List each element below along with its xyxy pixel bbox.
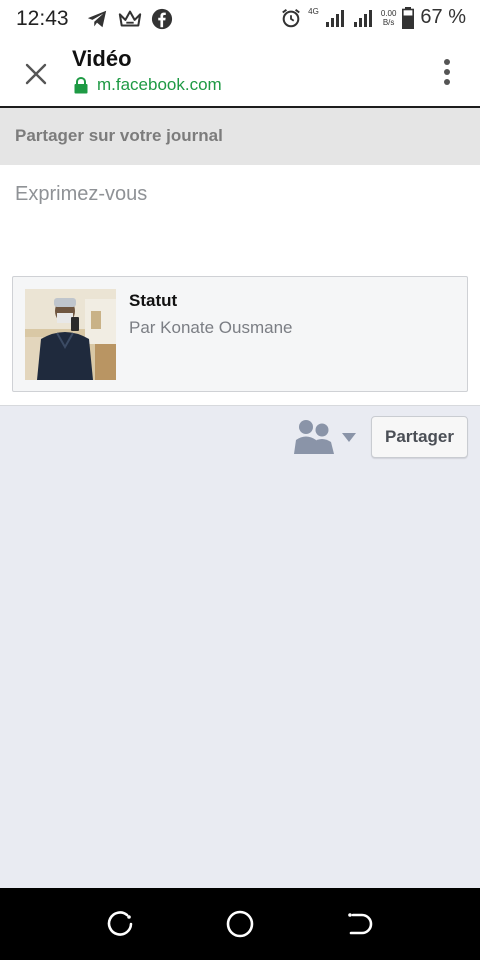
alarm-icon	[282, 8, 301, 27]
share-actions-area: Partager	[0, 405, 480, 888]
friends-icon	[294, 420, 334, 454]
lock-icon	[74, 76, 88, 93]
back-icon[interactable]	[344, 908, 376, 940]
browser-header: Vidéo m.facebook.com	[0, 38, 480, 108]
share-header: Partager sur votre journal	[0, 108, 480, 165]
share-button[interactable]: Partager	[371, 416, 468, 458]
shared-post-card[interactable]: Statut Par Konate Ousmane	[12, 276, 468, 392]
status-right-group: 4G 0.00 B/s 67 %	[280, 6, 466, 29]
battery-icon	[402, 6, 415, 29]
share-header-label: Partager sur votre journal	[15, 126, 223, 145]
post-thumbnail	[25, 289, 116, 380]
page-title: Vidéo	[72, 46, 132, 71]
status-bar: 12:43 4G 0.00 B/s 67 %	[0, 0, 480, 38]
chevron-down-icon	[342, 433, 356, 442]
home-icon[interactable]	[224, 908, 256, 940]
more-options-icon[interactable]	[442, 58, 452, 88]
network-speed-value: 0.00	[380, 8, 397, 18]
compose-input[interactable]: Exprimez-vous	[15, 183, 147, 206]
close-icon[interactable]	[22, 60, 50, 88]
audience-selector[interactable]	[292, 418, 362, 458]
facebook-icon	[151, 8, 173, 30]
battery-percent: 67 %	[420, 6, 466, 28]
network-speed-unit: B/s	[382, 17, 395, 27]
system-nav-bar	[0, 888, 480, 960]
recents-icon[interactable]	[104, 908, 136, 940]
url-row[interactable]: m.facebook.com	[73, 75, 222, 95]
telegram-icon	[87, 10, 107, 28]
network-type-label: 4G	[308, 6, 319, 16]
signal-icon	[325, 9, 344, 27]
network-speed: 0.00 B/s	[381, 9, 397, 27]
crown-icon	[118, 10, 142, 27]
status-time: 12:43	[16, 7, 69, 30]
signal-icon	[353, 9, 372, 27]
post-title: Statut	[129, 291, 178, 310]
post-author: Par Konate Ousmane	[129, 318, 293, 337]
url-text: m.facebook.com	[97, 75, 222, 94]
